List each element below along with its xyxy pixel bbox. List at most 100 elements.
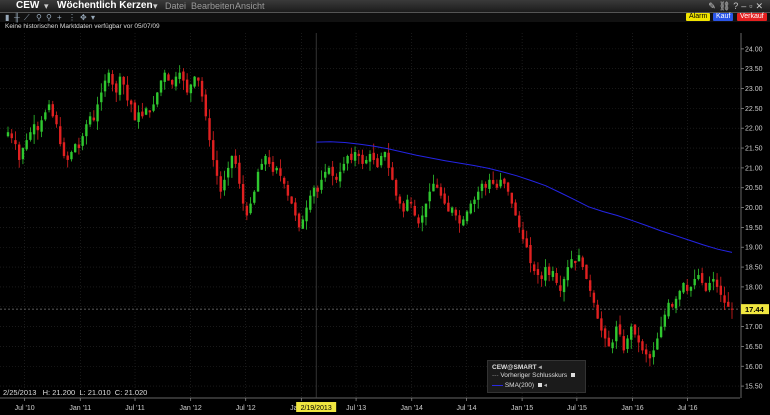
candle-body (387, 152, 390, 168)
price-tick-label: 17.00 (745, 324, 763, 331)
candle-body (525, 238, 528, 248)
crosshair-readout: 2/25/2013 H: 21.200 L: 21.010 C: 21.020 (3, 388, 148, 397)
price-tick-label: 16.00 (745, 364, 763, 371)
candle-body (118, 76, 122, 95)
candle-body (115, 83, 118, 93)
candle-body (312, 187, 316, 197)
candle-body (152, 104, 155, 111)
candle-body (77, 144, 81, 149)
price-tick-label: 20.00 (745, 205, 763, 212)
readout-low: 21.010 (87, 388, 111, 397)
candle-body (103, 80, 107, 92)
candle-body (551, 271, 555, 277)
legend-edit-icon[interactable]: ◂ (544, 382, 547, 389)
candle-body (450, 207, 454, 213)
candle-body (491, 179, 495, 184)
legend-item-sma[interactable]: SMA(200) ◂ (492, 381, 547, 389)
candle-body (129, 100, 133, 105)
candle-body (215, 160, 219, 176)
candle-body (368, 154, 372, 162)
candle-body (167, 74, 170, 81)
time-tick-label: Jan '11 (69, 405, 91, 412)
candle-body (682, 282, 685, 293)
candle-body (70, 152, 73, 160)
candle-body (700, 273, 704, 283)
chart-legend: CEW@SMART ◂ --- Vorheriger Schlusskurs S… (487, 360, 586, 393)
candle-body (197, 77, 200, 81)
readout-close: 21.020 (124, 388, 148, 397)
candle-body (51, 104, 54, 117)
candle-body (234, 155, 237, 164)
candle-body (622, 336, 625, 351)
candle-body (212, 140, 215, 160)
price-tick-label: 22.00 (745, 126, 763, 133)
candle-body (204, 94, 207, 117)
price-tick-label: 19.00 (745, 245, 763, 252)
candle-body (372, 152, 375, 160)
candle-body (141, 111, 144, 117)
price-tick-label: 24.00 (745, 46, 763, 53)
candle-body (678, 290, 681, 300)
legend-item-label: SMA(200) (504, 382, 535, 389)
candle-body (510, 192, 514, 204)
candle-body (477, 191, 480, 200)
candle-body (290, 196, 293, 204)
candle-body (32, 124, 36, 135)
candle-body (189, 84, 193, 94)
legend-checkbox-icon[interactable] (570, 373, 575, 378)
candle-body (137, 112, 140, 122)
candle-body (324, 171, 327, 178)
candle-body (596, 304, 599, 319)
candle-body (618, 324, 622, 335)
candle-body (719, 285, 723, 295)
candle-body (435, 184, 439, 188)
candle-body (727, 301, 730, 307)
crosshair-date-label: 2/19/2013 (301, 405, 332, 412)
candle-body (178, 72, 181, 79)
candle-body (100, 92, 103, 103)
candle-body (286, 184, 290, 196)
candle-body (156, 92, 159, 105)
candle-body (637, 335, 640, 343)
legend-checkbox-icon[interactable] (537, 383, 542, 388)
candle-body (536, 269, 540, 276)
candle-body (253, 191, 256, 203)
legend-edit-icon[interactable]: ◂ (538, 364, 541, 371)
candle-body (275, 167, 278, 171)
candle-body (21, 148, 25, 160)
candle-body (521, 229, 525, 240)
candle-body (533, 264, 536, 272)
price-chart[interactable]: 15.5016.0016.5017.0017.5018.0018.5019.00… (0, 0, 770, 415)
candle-body (559, 285, 562, 291)
time-tick-label: Jul '13 (346, 405, 366, 412)
candle-body (17, 144, 21, 160)
candle-body (417, 217, 420, 224)
candle-body (574, 260, 577, 264)
candle-body (40, 120, 43, 132)
candle-body (133, 102, 137, 121)
candle-body (540, 275, 543, 279)
candle-body (126, 84, 129, 101)
candle-body (603, 328, 607, 339)
price-tick-label: 20.50 (745, 185, 763, 192)
price-tick-label: 18.50 (745, 265, 763, 272)
candle-body (712, 278, 715, 282)
candle-body (663, 314, 667, 327)
candle-body (615, 326, 618, 342)
candle-body (208, 118, 211, 141)
time-tick-label: Jul '10 (15, 405, 35, 412)
candle-body (144, 108, 148, 115)
candle-body (85, 124, 88, 137)
candle-body (484, 183, 487, 188)
legend-title: CEW@SMART ◂ (492, 363, 542, 371)
candle-body (346, 155, 349, 164)
time-tick-label: Jul '11 (125, 405, 145, 412)
candle-body (674, 298, 678, 309)
candle-body (107, 72, 110, 83)
candle-body (630, 326, 633, 340)
price-tick-label: 16.50 (745, 344, 763, 351)
candle-body (406, 199, 409, 211)
legend-item-previous-close[interactable]: --- Vorheriger Schlusskurs (492, 372, 575, 379)
candle-body (671, 304, 674, 307)
candle-body (353, 152, 357, 161)
